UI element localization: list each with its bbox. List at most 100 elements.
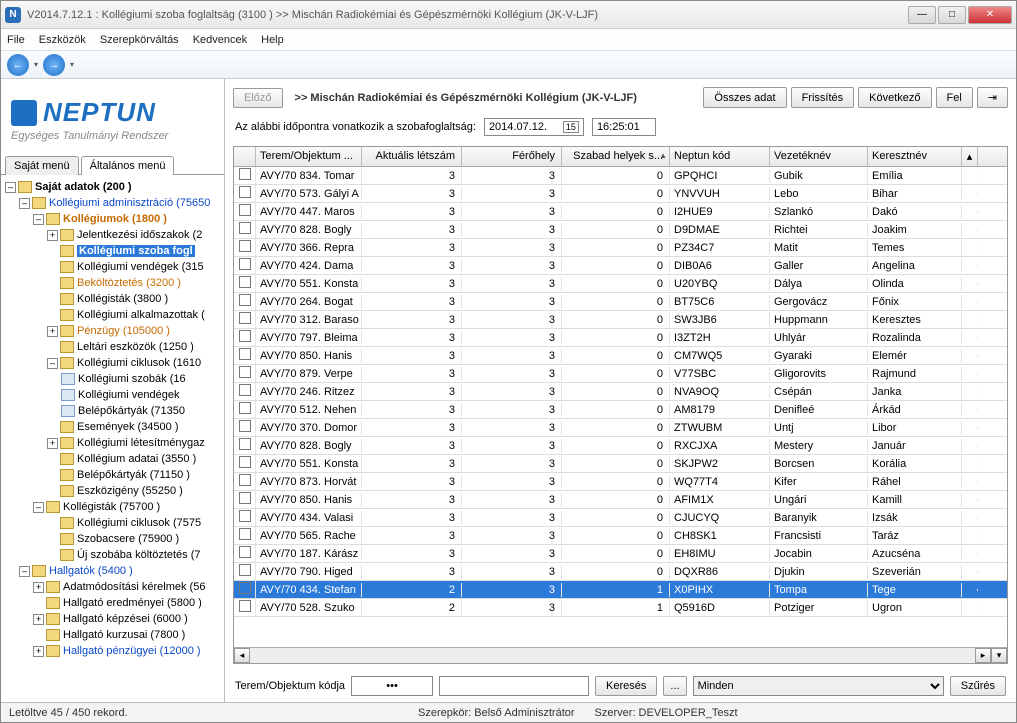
tree-item[interactable]: Kollégiumi ciklusok (1610 [77, 357, 201, 369]
menu-help[interactable]: Help [261, 34, 284, 46]
row-checkbox[interactable] [239, 168, 251, 180]
table-row[interactable]: AVY/70 366. Repra330PZ34C7MatitTemes [234, 239, 1007, 257]
row-checkbox[interactable] [239, 420, 251, 432]
refresh-button[interactable]: Frissítés [791, 87, 855, 108]
col-neptun[interactable]: Neptun kód [670, 147, 770, 166]
table-row[interactable]: AVY/70 828. Bogly330RXCJXAMesteryJanuár [234, 437, 1007, 455]
up-button[interactable]: Fel [936, 87, 973, 108]
row-checkbox[interactable] [239, 492, 251, 504]
search-button[interactable]: Keresés [595, 676, 657, 696]
table-row[interactable]: AVY/70 834. Tomar330GPQHCIGubikEmília [234, 167, 1007, 185]
row-checkbox[interactable] [239, 384, 251, 396]
tree-item[interactable]: Hallgató kurzusai (7800 ) [63, 629, 185, 641]
table-row[interactable]: AVY/70 434. Stefan231X0PIHXTompaTege [234, 581, 1007, 599]
expand-icon[interactable]: + [47, 230, 58, 241]
tree-item[interactable]: Jelentkezési időszakok (2 [77, 229, 202, 241]
tree-item[interactable]: Kollégiumi vendégek (315 [77, 261, 204, 273]
table-row[interactable]: AVY/70 573. Gályi A330YNVVUHLeboBihar [234, 185, 1007, 203]
filter-button[interactable]: Szűrés [950, 676, 1006, 696]
col-free[interactable]: Szabad helyek s...▲ [562, 147, 670, 166]
close-button[interactable]: ✕ [968, 6, 1012, 24]
table-row[interactable]: AVY/70 873. Horvát330WQ77T4KiferRáhel [234, 473, 1007, 491]
col-room[interactable]: Terem/Objektum ... [256, 147, 362, 166]
tree-item[interactable]: Hallgató eredményei (5800 ) [63, 597, 202, 609]
next-button[interactable]: Következő [858, 87, 931, 108]
all-data-button[interactable]: Összes adat [703, 87, 786, 108]
table-row[interactable]: AVY/70 246. Ritzez330NVA9OQCsépánJanka [234, 383, 1007, 401]
minimize-button[interactable]: — [908, 6, 936, 24]
table-row[interactable]: AVY/70 828. Bogly330D9DMAERichteiJoakim [234, 221, 1007, 239]
tree-item[interactable]: Beköltöztetés (3200 ) [77, 277, 181, 289]
expand-icon[interactable]: + [47, 326, 58, 337]
tree-item[interactable]: Leltári eszközök (1250 ) [77, 341, 194, 353]
tree-item[interactable]: Kollégisták (75700 ) [63, 501, 160, 513]
time-input[interactable]: 16:25:01 [592, 118, 656, 136]
h-scrollbar[interactable]: ◂ ▸ ▾ [234, 647, 1007, 663]
col-lastname[interactable]: Vezetéknév [770, 147, 868, 166]
menu-favorites[interactable]: Kedvencek [193, 34, 247, 46]
row-checkbox[interactable] [239, 528, 251, 540]
tree-item[interactable]: Kollégiumi adminisztráció (75650 [49, 197, 210, 209]
col-capacity[interactable]: Férőhely [462, 147, 562, 166]
nav-tree[interactable]: –Saját adatok (200 ) –Kollégiumi adminis… [1, 175, 224, 702]
col-check[interactable] [234, 147, 256, 166]
tree-item[interactable]: Hallgatók (5400 ) [49, 565, 133, 577]
tree-item[interactable]: Kollégiumok (1800 ) [63, 213, 167, 225]
expand-icon[interactable]: – [19, 198, 30, 209]
tree-item[interactable]: Kollégiumi alkalmazottak ( [77, 309, 205, 321]
tree-item[interactable]: Pénzügy (105000 ) [77, 325, 170, 337]
table-body[interactable]: AVY/70 834. Tomar330GPQHCIGubikEmíliaAVY… [234, 167, 1007, 647]
row-checkbox[interactable] [239, 312, 251, 324]
tree-item[interactable]: Kollégium adatai (3550 ) [77, 453, 196, 465]
tree-item[interactable]: Kollégisták (3800 ) [77, 293, 168, 305]
row-checkbox[interactable] [239, 258, 251, 270]
tree-item[interactable]: Hallgató képzései (6000 ) [63, 613, 188, 625]
row-checkbox[interactable] [239, 186, 251, 198]
tree-item[interactable]: Belépőkártyák (71150 ) [77, 469, 190, 481]
col-scroll-up[interactable]: ▴ [962, 147, 978, 166]
col-actual[interactable]: Aktuális létszám [362, 147, 462, 166]
tree-item[interactable]: Szobacsere (75900 ) [77, 533, 179, 545]
nav-back-dropdown[interactable]: ▾ [31, 60, 41, 69]
row-checkbox[interactable] [239, 510, 251, 522]
maximize-button[interactable]: □ [938, 6, 966, 24]
row-checkbox[interactable] [239, 348, 251, 360]
expand-icon[interactable]: – [33, 502, 44, 513]
row-checkbox[interactable] [239, 276, 251, 288]
table-row[interactable]: AVY/70 551. Konsta330U20YBQDályaOlinda [234, 275, 1007, 293]
row-checkbox[interactable] [239, 222, 251, 234]
expand-icon[interactable]: – [5, 182, 16, 193]
tree-item[interactable]: Eszközigény (55250 ) [77, 485, 183, 497]
row-checkbox[interactable] [239, 294, 251, 306]
col-firstname[interactable]: Keresztnév [868, 147, 962, 166]
table-row[interactable]: AVY/70 551. Konsta330SKJPW2BorcsenKoráli… [234, 455, 1007, 473]
tree-item[interactable]: Kollégiumi szobák (16 [78, 373, 186, 385]
search-mode-button[interactable]: ••• [351, 676, 433, 696]
table-row[interactable]: AVY/70 512. Nehen330AM8179DenifleéÁrkád [234, 401, 1007, 419]
tree-item-selected[interactable]: Kollégiumi szoba fogl [77, 245, 195, 257]
tree-item[interactable]: Kollégiumi vendégek [78, 389, 180, 401]
row-checkbox[interactable] [239, 438, 251, 450]
row-checkbox[interactable] [239, 564, 251, 576]
tab-general-menu[interactable]: Általános menü [81, 156, 175, 175]
tree-item[interactable]: Kollégiumi létesítménygaz [77, 437, 205, 449]
nav-forward-button[interactable]: → [43, 54, 65, 76]
nav-back-button[interactable]: ← [7, 54, 29, 76]
row-checkbox[interactable] [239, 402, 251, 414]
row-checkbox[interactable] [239, 330, 251, 342]
tree-item[interactable]: Új szobába költöztetés (7 [77, 549, 201, 561]
scroll-down-button[interactable]: ▾ [991, 648, 1007, 663]
search-input[interactable] [439, 676, 589, 696]
table-row[interactable]: AVY/70 434. Valasi330CJUCYQBaranyikIzsák [234, 509, 1007, 527]
table-row[interactable]: AVY/70 187. Kárász330EH8IMUJocabinAzucsé… [234, 545, 1007, 563]
table-row[interactable]: AVY/70 528. Szuko231Q5916DPotzigerUgron [234, 599, 1007, 617]
date-input[interactable]: 2014.07.12.15 [484, 118, 584, 136]
table-row[interactable]: AVY/70 850. Hanis330AFIM1XUngáriKamill [234, 491, 1007, 509]
row-checkbox[interactable] [239, 456, 251, 468]
expand-icon[interactable]: + [33, 614, 44, 625]
tree-item[interactable]: Hallgató pénzügyei (12000 ) [63, 645, 201, 657]
pin-button[interactable]: ⇥ [977, 87, 1008, 108]
row-checkbox[interactable] [239, 582, 251, 594]
tree-item[interactable]: Belépőkártyák (71350 [78, 405, 185, 417]
table-row[interactable]: AVY/70 447. Maros330I2HUE9SzlankóDakó [234, 203, 1007, 221]
